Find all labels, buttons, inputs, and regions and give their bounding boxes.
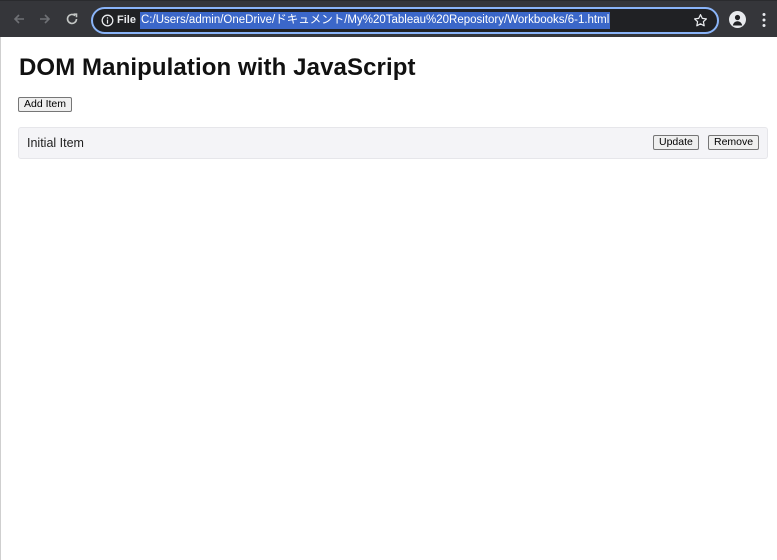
profile-button[interactable] — [729, 11, 746, 28]
arrow-left-icon — [13, 14, 24, 24]
item-label: Initial Item — [27, 136, 84, 150]
back-button[interactable] — [9, 9, 29, 29]
reload-button[interactable] — [62, 9, 82, 29]
list-item: Initial Item Update Remove — [18, 127, 768, 159]
url-text[interactable]: C:/Users/admin/OneDrive/ドキュメント/My%20Tabl… — [140, 12, 611, 29]
star-icon[interactable] — [693, 13, 708, 28]
page-title: DOM Manipulation with JavaScript — [19, 54, 416, 81]
add-item-button[interactable]: Add Item — [18, 97, 73, 112]
browser-toolbar: File C:/Users/admin/OneDrive/ドキュメント/My%2… — [0, 0, 777, 37]
reload-icon — [66, 13, 78, 25]
person-icon — [732, 14, 743, 26]
more-vert-icon[interactable] — [758, 11, 770, 29]
remove-button[interactable]: Remove — [708, 135, 760, 150]
scheme-label: File — [117, 14, 136, 26]
forward-button[interactable] — [35, 9, 55, 29]
arrow-right-icon — [40, 14, 51, 24]
page-content: DOM Manipulation with JavaScript Add Ite… — [0, 37, 777, 560]
address-bar[interactable]: File C:/Users/admin/OneDrive/ドキュメント/My%2… — [91, 7, 719, 34]
info-icon[interactable] — [101, 14, 114, 27]
update-button[interactable]: Update — [653, 135, 699, 150]
